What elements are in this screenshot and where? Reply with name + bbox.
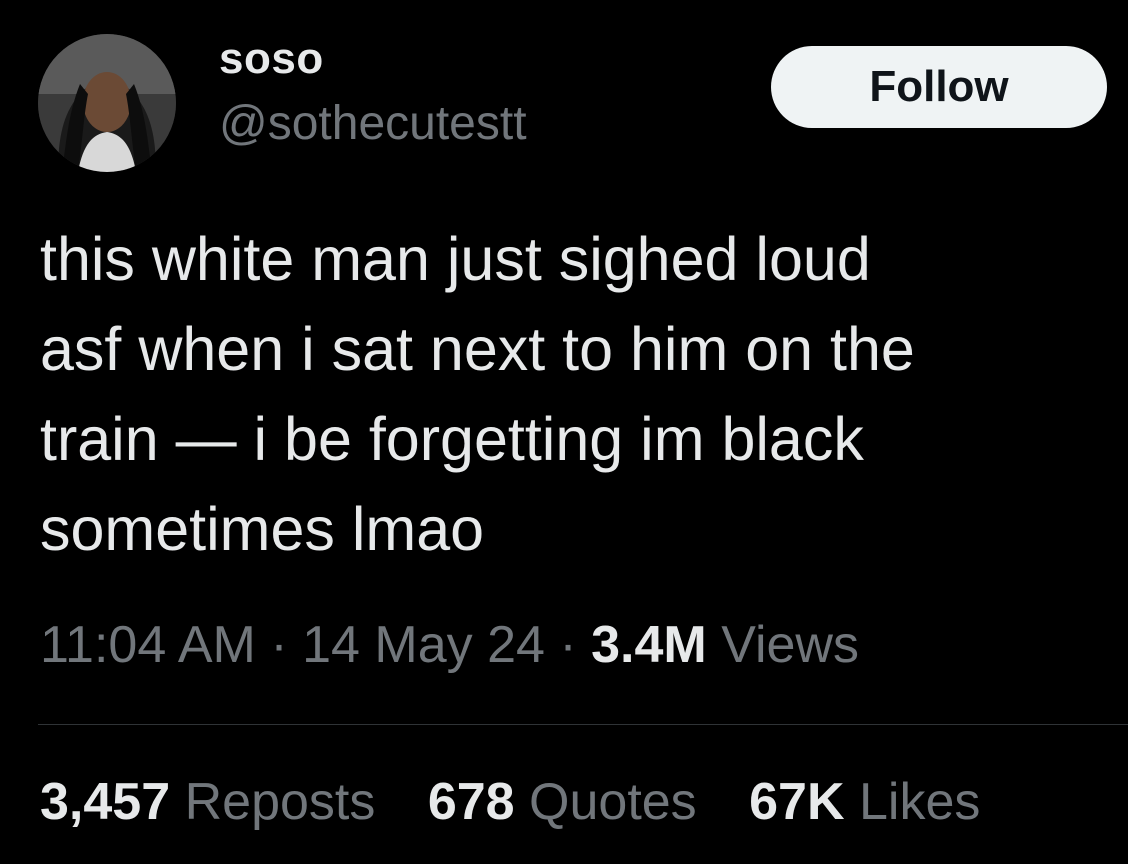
quotes-count: 678 [427, 773, 515, 831]
tweet-text: this white man just sighed loud asf when… [40, 214, 1100, 574]
tweet-text-line: train — i be forgetting im black [40, 405, 864, 473]
meta-separator: · [270, 616, 288, 674]
avatar[interactable] [38, 34, 176, 172]
likes-label: Likes [859, 773, 981, 831]
reposts-stat[interactable]: 3,457 Reposts [40, 772, 375, 832]
engagement-stats: 3,457 Reposts 678 Quotes 67K Likes [40, 772, 980, 832]
meta-separator: · [559, 616, 577, 674]
display-name[interactable]: soso [219, 34, 324, 84]
tweet-meta: 11:04 AM · 14 May 24 · 3.4M Views [40, 615, 859, 675]
user-handle[interactable]: @sothecutestt [219, 96, 527, 151]
quotes-label: Quotes [529, 773, 697, 831]
tweet-text-line: asf when i sat next to him on the [40, 315, 915, 383]
follow-button[interactable]: Follow [771, 46, 1107, 128]
views-label: Views [721, 616, 859, 674]
tweet-time[interactable]: 11:04 AM [40, 616, 256, 674]
quotes-stat[interactable]: 678 Quotes [428, 772, 697, 832]
profile-photo-icon [38, 34, 176, 172]
likes-stat[interactable]: 67K Likes [749, 772, 980, 832]
tweet-card: soso @sothecutestt Follow this white man… [0, 0, 1128, 864]
tweet-text-line: sometimes lmao [40, 495, 485, 563]
reposts-label: Reposts [184, 773, 376, 831]
reposts-count: 3,457 [40, 773, 171, 831]
tweet-date[interactable]: 14 May 24 [302, 616, 545, 674]
likes-count: 67K [749, 773, 845, 831]
divider [38, 724, 1128, 725]
views-count: 3.4M [591, 616, 707, 674]
tweet-text-line: this white man just sighed loud [40, 225, 871, 293]
